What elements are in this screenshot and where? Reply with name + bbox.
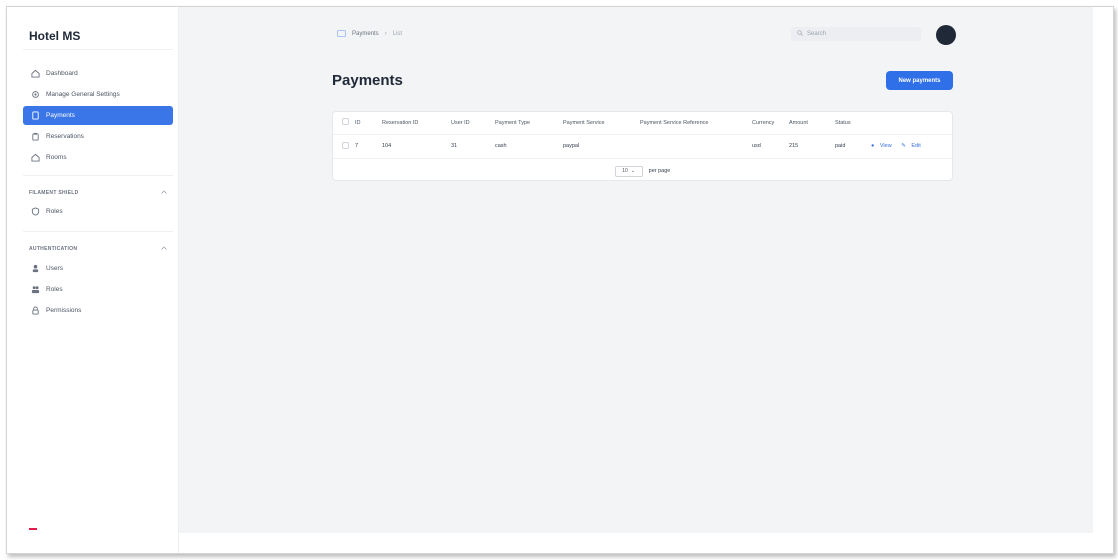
group-title: FILAMENT SHIELD [29, 190, 79, 196]
sidebar-item-label: Roles [46, 208, 63, 215]
cell-reservation-id: 104 [382, 134, 451, 159]
chevron-down-icon: ⌄ [630, 168, 636, 174]
home-icon [31, 153, 40, 162]
cell-payment-service-reference [640, 134, 752, 159]
sidebar-item-auth-roles[interactable]: Roles [23, 280, 173, 299]
page-title: Payments [332, 72, 403, 89]
column-header-actions [871, 112, 952, 135]
pencil-icon: ✎ [901, 143, 906, 149]
sidebar-item-payments[interactable]: Payments [23, 106, 173, 125]
group-title: AUTHENTICATION [29, 246, 78, 252]
column-header-status[interactable]: Status [835, 112, 871, 135]
divider [23, 175, 173, 176]
sidebar-item-shield-roles[interactable]: Roles [23, 202, 173, 221]
status-indicator [29, 528, 37, 530]
cell-amount: 215 [789, 134, 835, 159]
table-row[interactable]: 7 104 31 cash paypal usd 215 paid ● View [333, 134, 952, 159]
sidebar-nav-filament-shield: Roles [23, 202, 173, 223]
breadcrumb: Payments › List [337, 30, 402, 37]
per-page-label: per page [648, 168, 671, 174]
clipboard-icon [31, 132, 40, 141]
sidebar-item-dashboard[interactable]: Dashboard [23, 64, 173, 83]
sidebar-item-users[interactable]: Users [23, 259, 173, 278]
cell-payment-type: cash [495, 134, 563, 159]
group-authentication[interactable]: AUTHENTICATION [29, 244, 167, 254]
main-content: Payments › List Search Payments New paym… [179, 7, 1093, 533]
divider [23, 49, 173, 50]
sidebar-item-label: Payments [46, 112, 75, 119]
column-header-id[interactable]: ID [355, 112, 382, 135]
edit-label: Edit [911, 143, 921, 149]
view-label: View [879, 143, 892, 149]
search-input[interactable]: Search [791, 27, 921, 41]
sidebar-nav-authentication: Users Roles Permissions [23, 259, 173, 322]
view-action[interactable]: ● View [871, 143, 897, 149]
column-header-currency[interactable]: Currency [752, 112, 789, 135]
search-placeholder: Search [807, 31, 827, 37]
column-header-reservation-id[interactable]: Reservation ID [382, 112, 451, 135]
breadcrumb-item-payments[interactable]: Payments [352, 31, 379, 37]
gear-icon [31, 90, 40, 99]
row-checkbox-cell [333, 134, 355, 159]
row-checkbox[interactable] [342, 141, 349, 149]
sidebar-item-permissions[interactable]: Permissions [23, 301, 173, 320]
sidebar-item-rooms[interactable]: Rooms [23, 148, 173, 167]
divider [23, 231, 173, 232]
column-header-user-id[interactable]: User ID [451, 112, 495, 135]
new-payments-button[interactable]: New payments [886, 71, 953, 90]
document-icon [31, 111, 40, 120]
cell-payment-service: paypal [563, 134, 640, 159]
chevron-up-icon[interactable] [161, 190, 167, 196]
sidebar-item-manage-general-settings[interactable]: Manage General Settings [23, 85, 173, 104]
sidebar-nav: Dashboard Manage General Settings Paymen… [23, 64, 173, 169]
row-actions: ● View ✎ Edit [871, 134, 952, 159]
lock-icon [31, 306, 40, 315]
grid-icon[interactable] [337, 30, 346, 37]
users-icon [31, 285, 40, 294]
sidebar: Hotel MS Dashboard Manage General Settin… [7, 7, 179, 553]
sidebar-item-label: Manage General Settings [46, 91, 120, 98]
cell-id: 7 [355, 134, 382, 159]
payments-table-card: ID Reservation ID User ID Payment Type P… [332, 111, 953, 181]
sidebar-item-label: Rooms [46, 154, 67, 161]
column-header-amount[interactable]: Amount [789, 112, 835, 135]
shield-icon [31, 207, 40, 216]
sidebar-item-label: Permissions [46, 307, 82, 314]
breadcrumb-separator: › [384, 30, 387, 37]
sidebar-item-label: Reservations [46, 133, 84, 140]
sidebar-item-label: Roles [46, 286, 63, 293]
table-header-row: ID Reservation ID User ID Payment Type P… [333, 112, 952, 135]
per-page-select[interactable]: 10 ⌄ [614, 165, 643, 177]
eye-icon: ● [871, 143, 875, 149]
breadcrumb-item-list: List [392, 30, 403, 37]
payments-table: ID Reservation ID User ID Payment Type P… [333, 112, 952, 159]
cell-status: paid [835, 134, 871, 159]
group-filament-shield[interactable]: FILAMENT SHIELD [29, 188, 167, 198]
home-icon [31, 69, 40, 78]
edit-action[interactable]: ✎ Edit [901, 143, 925, 149]
cell-user-id: 31 [451, 134, 495, 159]
chevron-up-icon[interactable] [161, 246, 167, 252]
select-all-checkbox[interactable] [342, 118, 349, 126]
app-window: Hotel MS Dashboard Manage General Settin… [6, 6, 1114, 554]
cell-currency: usd [752, 134, 789, 159]
sidebar-item-label: Dashboard [46, 70, 78, 77]
column-header-payment-service-reference[interactable]: Payment Service Reference [640, 112, 752, 135]
sidebar-item-reservations[interactable]: Reservations [23, 127, 173, 146]
user-icon [31, 264, 40, 273]
per-page-value: 10 [622, 168, 628, 174]
app-brand[interactable]: Hotel MS [29, 29, 80, 43]
select-all-checkbox-cell [333, 112, 355, 135]
search-icon [797, 30, 803, 38]
pagination: 10 ⌄ per page [333, 161, 952, 181]
sidebar-item-label: Users [46, 265, 63, 272]
avatar[interactable] [936, 25, 956, 45]
column-header-payment-type[interactable]: Payment Type [495, 112, 563, 135]
column-header-payment-service[interactable]: Payment Service [563, 112, 640, 135]
